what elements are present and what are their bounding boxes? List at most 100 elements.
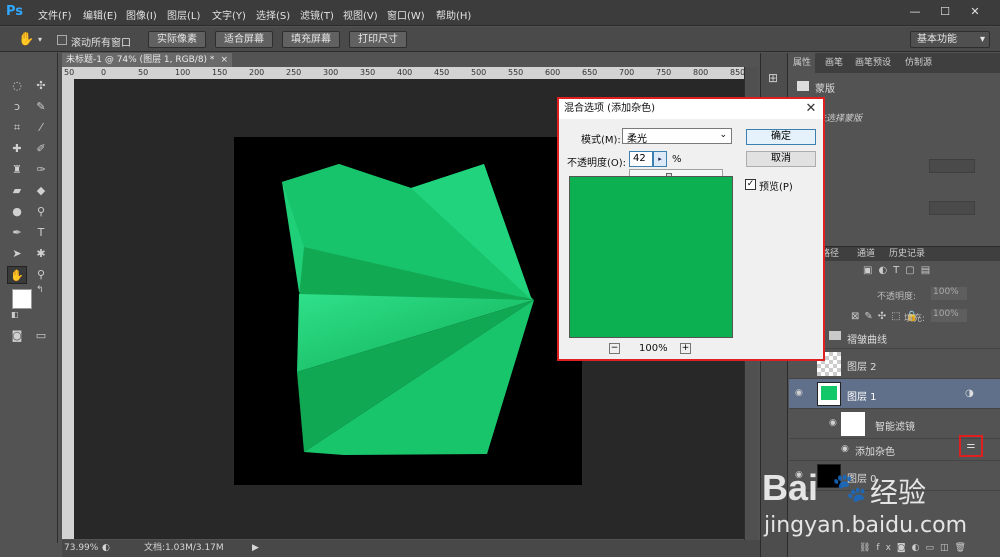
fill-screen-button[interactable]: 填充屏幕 bbox=[282, 31, 340, 48]
tab-brush[interactable]: 画笔 bbox=[821, 53, 847, 73]
ruler-tick-label: 0 bbox=[101, 68, 107, 77]
filter-preview[interactable] bbox=[569, 176, 733, 338]
opacity-input[interactable]: 42 bbox=[629, 151, 653, 167]
eye-icon[interactable]: ◉ bbox=[795, 388, 807, 398]
ruler-tick-label: 500 bbox=[471, 68, 487, 77]
smart-filter-icon[interactable]: ◑ bbox=[965, 388, 974, 399]
menu-filter[interactable]: 滤镜(T) bbox=[300, 7, 334, 22]
brush-tool-icon[interactable]: ✐ bbox=[31, 140, 51, 158]
layer-filter-icons[interactable]: ▣◐T▢▤ bbox=[863, 265, 936, 276]
tab-brush-presets[interactable]: 画笔预设 bbox=[851, 53, 895, 73]
menu-file[interactable]: 文件(F) bbox=[38, 7, 72, 22]
watermark-url: jingyan.baidu.com bbox=[764, 513, 968, 538]
minimize-button[interactable]: — bbox=[904, 3, 926, 21]
eyedropper-tool-icon[interactable]: ⁄ bbox=[31, 119, 51, 137]
ruler-tick-label: 600 bbox=[545, 68, 561, 77]
screen-mode-icon[interactable]: ▭ bbox=[31, 327, 51, 345]
preview-label: 预览(P) bbox=[759, 182, 793, 193]
chevron-down-icon: ▾ bbox=[979, 34, 985, 45]
tab-properties[interactable]: 属性 bbox=[789, 53, 816, 73]
fill-label: 填充: bbox=[904, 314, 926, 324]
opacity-field[interactable]: 100% bbox=[931, 287, 967, 300]
eye-icon[interactable]: ◉ bbox=[829, 418, 841, 428]
ruler-tick-label: 250 bbox=[286, 68, 302, 77]
hand-tool-icon[interactable]: ✋ bbox=[7, 266, 27, 284]
menu-image[interactable]: 图像(I) bbox=[126, 7, 157, 22]
status-menu-icon[interactable]: ◐ bbox=[102, 540, 110, 557]
menu-layer[interactable]: 图层(L) bbox=[167, 7, 200, 22]
default-colors-icon[interactable]: ◧ bbox=[11, 310, 19, 319]
layer-row-selected[interactable]: ◉ 图层 1 ◑ bbox=[789, 379, 1000, 409]
close-tab-icon[interactable]: × bbox=[220, 53, 228, 67]
foreground-color-swatch[interactable] bbox=[12, 289, 32, 309]
green-fold-artwork bbox=[282, 164, 534, 455]
move-tool-icon[interactable]: ✣ bbox=[31, 77, 51, 95]
zoom-level[interactable]: 73.99% bbox=[64, 540, 98, 557]
menu-select[interactable]: 选择(S) bbox=[256, 7, 290, 22]
preview-checkbox[interactable]: ✓ bbox=[745, 179, 756, 190]
blending-options-icon[interactable]: ⚌ bbox=[959, 435, 983, 457]
folder-icon bbox=[829, 331, 841, 340]
layer-name: 图层 1 bbox=[847, 392, 877, 403]
lasso-tool-icon[interactable]: ↄ bbox=[7, 98, 27, 116]
print-size-button[interactable]: 打印尺寸 bbox=[349, 31, 407, 48]
menu-view[interactable]: 视图(V) bbox=[343, 7, 378, 22]
cancel-button[interactable]: 取消 bbox=[746, 151, 816, 167]
layer-row[interactable]: ◉ 添加杂色 ⚌ bbox=[789, 435, 1000, 461]
ok-button[interactable]: 确定 bbox=[746, 129, 816, 145]
layer-name: 添加杂色 bbox=[855, 447, 895, 458]
chevron-down-icon[interactable]: ▾ bbox=[38, 35, 42, 44]
ruler-tick-label: 650 bbox=[582, 68, 598, 77]
document-tab[interactable]: 未标题-1 @ 74% (图层 1, RGB/8) * × bbox=[62, 53, 232, 67]
ruler-tick-label: 200 bbox=[249, 68, 265, 77]
status-arrow-icon[interactable]: ▶ bbox=[252, 540, 259, 557]
zoom-tool-icon[interactable]: ⚲ bbox=[31, 266, 51, 284]
close-window-button[interactable]: ✕ bbox=[964, 3, 986, 21]
fill-field[interactable]: 100% bbox=[931, 309, 967, 322]
quick-mask-icon[interactable]: ◙ bbox=[7, 327, 27, 345]
zoom-out-button[interactable]: − bbox=[609, 343, 620, 354]
mode-select[interactable]: 柔光 ⌄ bbox=[622, 128, 732, 145]
density-field[interactable] bbox=[929, 159, 975, 173]
history-brush-icon[interactable]: ✑ bbox=[31, 161, 51, 179]
feather-field[interactable] bbox=[929, 201, 975, 215]
menu-bar: Ps 文件(F) 编辑(E) 图像(I) 图层(L) 文字(Y) 选择(S) 滤… bbox=[0, 0, 1000, 26]
layer-thumbnail bbox=[817, 382, 841, 406]
dialog-close-icon[interactable]: ✕ bbox=[803, 99, 819, 119]
actual-pixels-button[interactable]: 实际像素 bbox=[148, 31, 206, 48]
shape-tool-icon[interactable]: ✱ bbox=[31, 245, 51, 263]
zoom-in-button[interactable]: + bbox=[680, 343, 691, 354]
mode-value: 柔光 bbox=[627, 134, 647, 145]
filter-mask-thumbnail bbox=[841, 412, 865, 436]
menu-edit[interactable]: 编辑(E) bbox=[83, 7, 117, 22]
tab-history[interactable]: 历史记录 bbox=[885, 244, 929, 264]
maximize-button[interactable]: ☐ bbox=[934, 3, 956, 21]
stamp-tool-icon[interactable]: ♜ bbox=[7, 161, 27, 179]
quick-select-tool-icon[interactable]: ✎ bbox=[31, 98, 51, 116]
type-tool-icon[interactable]: T bbox=[31, 224, 51, 242]
menu-window[interactable]: 窗口(W) bbox=[387, 7, 425, 22]
fit-screen-button[interactable]: 适合屏幕 bbox=[215, 31, 273, 48]
menu-help[interactable]: 帮助(H) bbox=[436, 7, 471, 22]
crop-tool-icon[interactable]: ⌗ bbox=[7, 119, 27, 137]
bucket-tool-icon[interactable]: ◆ bbox=[31, 182, 51, 200]
ruler-tick-label: 850 bbox=[730, 68, 746, 77]
eye-icon[interactable]: ◉ bbox=[841, 444, 853, 454]
history-panel-icon[interactable]: ⊞ bbox=[768, 71, 778, 85]
swap-colors-icon[interactable]: ↰ bbox=[36, 285, 44, 295]
menu-type[interactable]: 文字(Y) bbox=[212, 7, 246, 22]
status-bar: 73.99% ◐ 文档:1.03M/3.17M ▶ bbox=[62, 540, 762, 557]
pen-tool-icon[interactable]: ✒ bbox=[7, 224, 27, 242]
marquee-tool-icon[interactable]: ◌ bbox=[7, 77, 27, 95]
opacity-slider-toggle-icon[interactable]: ▸ bbox=[653, 151, 667, 167]
path-select-tool-icon[interactable]: ➤ bbox=[7, 245, 27, 263]
eraser-tool-icon[interactable]: ▰ bbox=[7, 182, 27, 200]
tab-channels[interactable]: 通道 bbox=[853, 244, 879, 264]
dodge-tool-icon[interactable]: ⚲ bbox=[31, 203, 51, 221]
healing-tool-icon[interactable]: ✚ bbox=[7, 140, 27, 158]
scroll-all-checkbox[interactable] bbox=[57, 35, 67, 45]
tab-clone-source[interactable]: 仿制源 bbox=[901, 53, 936, 73]
workspace-select[interactable]: 基本功能 ▾ bbox=[910, 31, 990, 48]
document-canvas[interactable] bbox=[234, 137, 582, 485]
blur-tool-icon[interactable]: ● bbox=[7, 203, 27, 221]
